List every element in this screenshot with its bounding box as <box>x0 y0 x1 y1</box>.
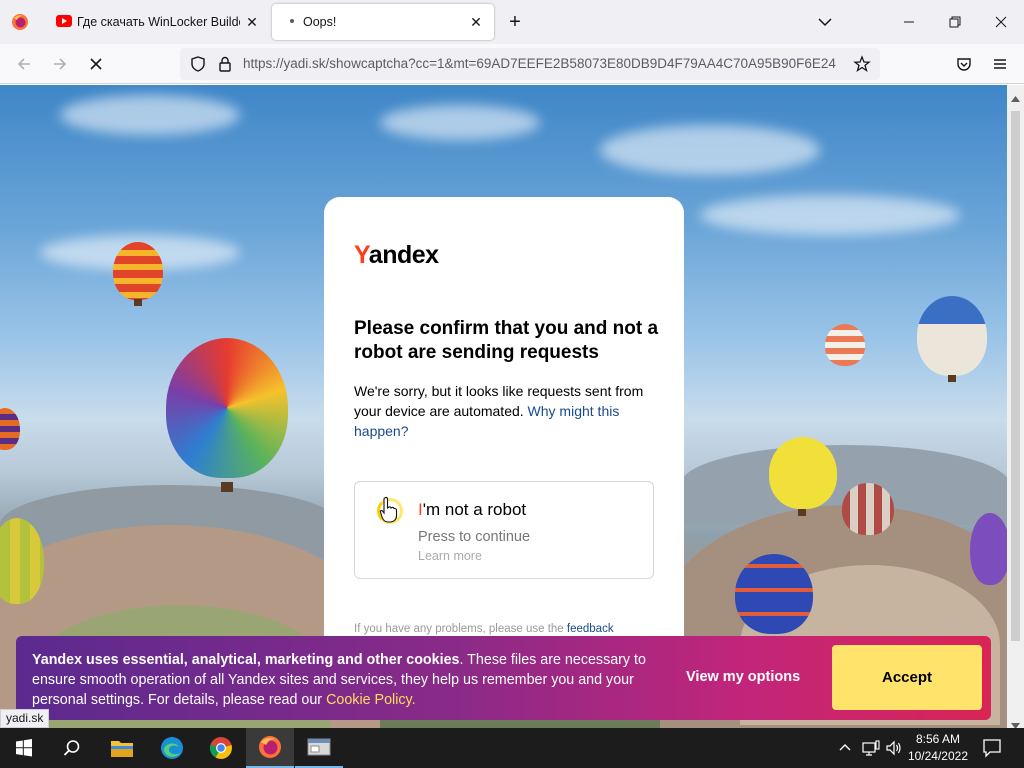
new-tab-plus-icon[interactable]: + <box>503 10 527 34</box>
tray-chevron-up-icon[interactable] <box>838 740 852 759</box>
clock-date: 10/24/2022 <box>907 749 968 763</box>
hot-air-balloon <box>842 483 894 535</box>
logo-letter-y: Y <box>354 241 369 269</box>
press-to-continue-text: Press to continue <box>418 529 531 545</box>
not-a-robot-label: I'm not a robot <box>418 500 526 520</box>
lock-icon[interactable] <box>216 55 234 73</box>
search-icon[interactable] <box>48 728 96 768</box>
page-scrollbar[interactable] <box>1007 85 1024 729</box>
url-text[interactable]: https://yadi.sk/showcaptcha?cc=1&mt=69AD… <box>243 56 843 71</box>
hot-air-balloon <box>735 554 813 634</box>
navigation-toolbar: https://yadi.sk/showcaptcha?cc=1&mt=69AD… <box>0 44 1024 84</box>
hot-air-balloon <box>769 437 837 509</box>
action-center-notification-icon[interactable] <box>982 738 1002 763</box>
problems-prefix: If you have any problems, please use the <box>354 623 564 635</box>
scroll-thumb[interactable] <box>1011 111 1020 641</box>
hot-air-balloon <box>917 296 987 376</box>
close-tab-icon[interactable]: ✕ <box>466 12 486 32</box>
scroll-up-arrow-icon[interactable] <box>1011 89 1020 107</box>
clock-time: 8:56 AM <box>915 732 960 746</box>
problems-text: If you have any problems, please use the… <box>354 623 614 635</box>
hot-air-balloon <box>113 242 163 300</box>
windows-taskbar: 8:56 AM 10/24/2022 <box>0 728 1024 768</box>
close-window-icon[interactable] <box>978 0 1024 44</box>
url-path: /showcaptcha?cc=1&mt=69AD7EEFE2B58073E80… <box>325 56 836 71</box>
firefox-icon[interactable] <box>246 728 294 768</box>
firefox-menu-icon[interactable] <box>11 13 29 31</box>
tab-oops[interactable]: Oops! ✕ <box>272 4 494 40</box>
hot-air-balloon <box>825 324 865 366</box>
hand-cursor-icon <box>379 496 399 524</box>
cookie-notice-bold: Yandex uses essential, analytical, marke… <box>32 652 460 668</box>
cookie-consent-banner: Yandex uses essential, analytical, marke… <box>16 636 991 720</box>
captcha-card: Yandex Please confirm that you and not a… <box>324 197 684 657</box>
tracking-protection-shield-icon[interactable] <box>189 55 207 73</box>
network-icon[interactable] <box>862 739 880 762</box>
chrome-icon[interactable] <box>197 728 245 768</box>
back-arrow-icon[interactable] <box>10 50 38 78</box>
loading-dot-icon <box>290 19 294 23</box>
close-tab-icon[interactable]: ✕ <box>242 12 262 32</box>
volume-speaker-icon[interactable] <box>885 739 903 762</box>
url-host: https://yadi.sk <box>243 56 326 71</box>
tab-title: Где скачать WinLocker Builder <box>77 15 240 29</box>
tab-title: Oops! <box>303 15 337 29</box>
youtube-icon <box>56 15 72 27</box>
minimize-icon[interactable] <box>886 0 932 44</box>
captcha-explanation: We're sorry, but it looks like requests … <box>354 381 654 441</box>
address-bar[interactable]: https://yadi.sk/showcaptcha?cc=1&mt=69AD… <box>180 48 880 80</box>
hot-air-balloon <box>970 513 1007 585</box>
not-a-robot-checkbox-button[interactable]: I'm not a robot Press to continue Learn … <box>354 481 654 579</box>
bookmark-star-icon[interactable] <box>853 55 871 73</box>
windows-start-icon[interactable] <box>0 728 48 768</box>
accept-button[interactable]: Accept <box>832 645 982 710</box>
restore-icon[interactable] <box>932 0 978 44</box>
yandex-logo: Yandex <box>354 241 439 270</box>
learn-more-link[interactable]: Learn more <box>418 549 482 563</box>
list-tabs-chevron-down-icon[interactable] <box>814 11 836 33</box>
taskbar-clock[interactable]: 8:56 AM 10/24/2022 <box>908 731 968 765</box>
forward-arrow-icon[interactable] <box>46 50 74 78</box>
screen: Где скачать WinLocker Builder ✕ Oops! ✕ … <box>0 0 1024 768</box>
tab-strip: Где скачать WinLocker Builder ✕ Oops! ✕ … <box>0 0 1024 44</box>
status-link-preview: yadi.sk <box>0 709 50 728</box>
tab-youtube[interactable]: Где скачать WinLocker Builder ✕ <box>44 4 270 40</box>
cookie-policy-link[interactable]: Cookie Policy. <box>326 692 416 708</box>
hot-air-balloon <box>0 408 20 450</box>
app-window-icon[interactable] <box>295 728 343 768</box>
file-explorer-icon[interactable] <box>98 728 146 768</box>
robot-label-rest: 'm not a robot <box>422 500 527 519</box>
captcha-heading: Please confirm that you and not a robot … <box>354 318 659 363</box>
pocket-icon[interactable] <box>950 50 978 78</box>
feedback-link[interactable]: feedback <box>567 623 614 635</box>
hamburger-menu-icon[interactable] <box>986 50 1014 78</box>
cookie-notice-text: Yandex uses essential, analytical, marke… <box>32 650 657 710</box>
view-my-options-button[interactable]: View my options <box>686 669 800 685</box>
edge-icon[interactable] <box>148 728 196 768</box>
hot-air-balloon <box>166 338 288 478</box>
stop-loading-icon[interactable] <box>82 50 110 78</box>
logo-rest: andex <box>368 241 439 269</box>
